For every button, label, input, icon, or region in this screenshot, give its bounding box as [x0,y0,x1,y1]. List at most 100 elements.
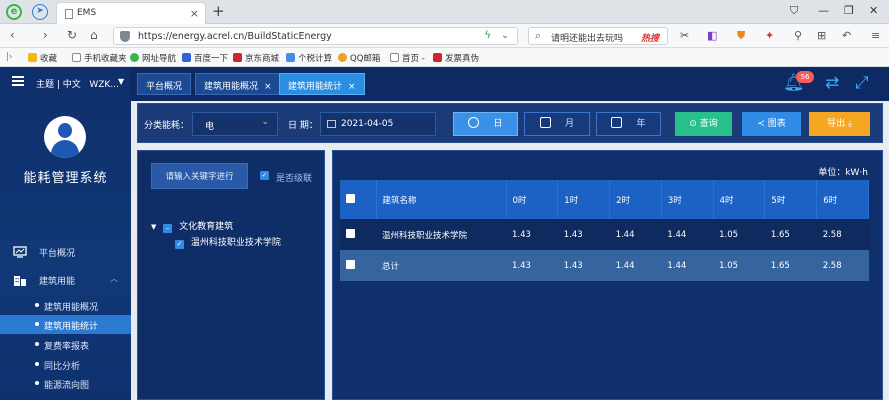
tab-platform-overview[interactable]: 平台概况 [137,73,192,95]
cascade-label: 是否级联 [276,174,313,184]
bookmark-item[interactable]: 首页 - [390,52,425,64]
bookmark-item[interactable]: 收藏 [28,52,57,64]
row-select-cell[interactable] [340,250,376,281]
refresh-icon[interactable]: ↻ [67,28,77,42]
table-cell: 1.44 [609,250,662,281]
sidebar-item-platform-overview[interactable]: 平台概况 [0,242,131,262]
user-head-icon [58,123,72,138]
shield-extension-icon[interactable]: ⛊ [737,29,745,43]
forward-icon[interactable]: › [43,28,48,42]
refresh-arrows-icon[interactable]: ⇄ [825,73,839,93]
table-panel: 单位：kW·h 建筑名称 0时 1时 2时 3时 4时 5时 6时 温州科技职业… [332,150,883,400]
query-button[interactable]: ⊙ 查询 [675,112,732,136]
sidebar-item-building-energy[interactable]: 建筑用能 ︿ [0,270,131,290]
home-icon[interactable]: ⌂ [90,28,98,42]
hamburger-icon[interactable] [12,76,24,86]
tab-building-overview[interactable]: 建筑用能概况 × [195,73,281,95]
tree-panel: 请输入关键字进行 ✓ 是否级联 ▼ – 文化教育建筑 ✓ 温州科技职业技术学院 [137,150,325,400]
table-header-row: 建筑名称 0时 1时 2时 3时 4时 5时 6时 [340,180,869,219]
close-window-icon[interactable]: ✕ [869,4,878,17]
tree-checkbox[interactable]: ✓ [175,240,184,249]
address-bar: ‹ › ↻ ⌂ https://energy.acrel.cn/BuildSta… [0,24,889,48]
chart-button[interactable]: ≺ 图表 [742,112,801,136]
fullscreen-icon[interactable]: ⤢ [855,73,869,93]
sidebar: 主题 | 中文 WZK... ▼ 能耗管理系统 平台概况 建筑用能 ︿ 建筑用能… [0,67,131,400]
table-cell: 1.05 [713,219,765,250]
avatar[interactable] [44,116,86,158]
table-row[interactable]: 总计 1.43 1.43 1.44 1.44 1.05 1.65 2.58 [340,250,869,281]
theme-language-switch[interactable]: 主题 | 中文 WZK... [36,77,119,90]
month-button[interactable]: 月 [524,112,590,136]
category-label: 分类能耗： [144,121,190,131]
bookmark-item[interactable]: 百度一下 [182,52,228,64]
menu-icon[interactable]: ≡ [871,29,880,42]
close-icon[interactable]: × [264,82,272,92]
browser-tab[interactable]: EMS × [56,2,206,24]
tree-checkbox[interactable]: – [163,224,173,233]
extension-icon[interactable]: ◧ [707,29,717,42]
undo-icon[interactable]: ↶ [842,29,851,42]
tab-building-statistics[interactable]: 建筑用能统计 × [279,73,365,95]
year-button[interactable]: 年 [596,112,661,136]
new-tab-button[interactable]: + [212,2,225,20]
bullet-icon [35,342,39,346]
cascade-checkbox[interactable]: ✓ [260,171,269,180]
keyword-search-input[interactable]: 请输入关键字进行 [151,163,248,189]
bookmark-item[interactable]: QQ邮箱 [338,52,380,64]
bookmark-item[interactable]: 网址导航 [130,52,176,64]
tree-expand-icon[interactable]: ▼ [151,223,156,231]
sidebar-subitem-building-overview[interactable]: 建筑用能概况 [0,296,131,315]
category-select[interactable]: 电 ⌄ [192,112,278,136]
bullet-icon [35,303,39,307]
select-all-checkbox[interactable] [346,194,355,203]
table-row[interactable]: 温州科技职业技术学院 1.43 1.43 1.44 1.44 1.05 1.65… [340,219,869,250]
bookmark-item[interactable]: 手机收藏夹 [72,52,127,64]
bookmark-item[interactable]: 个税计算 [286,52,332,64]
bookmark-item[interactable]: 京东商城 [233,52,279,64]
magnifier-icon[interactable]: ⚲ [794,29,802,42]
row-select-cell[interactable] [340,219,376,250]
table-cell: 1.43 [557,250,610,281]
chevron-down-icon[interactable]: ⌄ [501,30,509,41]
sidebar-subitem-yoy-analysis[interactable]: 同比分析 [0,355,131,374]
row-checkbox[interactable] [346,229,355,238]
day-button[interactable]: 日 [453,112,518,136]
bookmark-item[interactable]: 发票真伪 [433,52,479,64]
search-input[interactable]: ⌕ 请明还能出去玩吗 热搜 [528,27,668,45]
tree-node-root[interactable]: ▼ – 文化教育建筑 [151,219,233,233]
column-header: 1时 [557,180,611,219]
bullet-icon [35,381,39,385]
scissors-icon[interactable]: ✂ [680,29,689,42]
date-picker[interactable]: 2021-04-05 [320,112,436,136]
export-button[interactable]: 导出 ⤓ [809,112,870,136]
compass-icon[interactable]: ➤ [32,4,48,20]
building-icon [14,276,26,286]
sidebar-item-label: 平台概况 [39,249,76,259]
monitor-icon [13,246,27,258]
chevron-up-icon: ︿ [110,274,118,283]
sidebar-subitem-building-statistics[interactable]: 建筑用能统计 [0,315,131,334]
shirt-icon[interactable]: ⛉ [790,4,798,18]
caret-down-icon[interactable]: ▼ [118,77,124,86]
url-field[interactable]: https://energy.acrel.cn/BuildStaticEnerg… [113,27,518,45]
minimize-icon[interactable]: — [818,4,829,17]
sidebar-subitem-rate-report[interactable]: 复费率报表 [0,335,131,354]
sidebar-subitem-energy-flow[interactable]: 能源流向图 [0,374,131,393]
close-tab-icon[interactable]: × [190,7,199,20]
back-icon[interactable]: ‹ [10,28,15,42]
table-cell: 温州科技职业技术学院 [376,219,506,250]
restore-icon[interactable]: ❐ [844,4,854,17]
bolt-icon[interactable]: ϟ [484,30,491,41]
select-all-cell[interactable] [340,180,377,219]
search-text: 请明还能出去玩吗 [551,34,624,44]
column-header: 3时 [661,180,714,219]
game-icon[interactable]: ✦ [765,29,774,42]
tree-node-child[interactable]: ✓ 温州科技职业技术学院 [175,235,281,249]
globe-icon [130,53,139,62]
close-icon[interactable]: × [348,82,356,92]
grid-icon[interactable]: ⊞ [817,29,826,42]
browser-logo-icon[interactable]: e [6,4,22,20]
search-icon: ⊙ [689,119,700,129]
bookmark-toggle-icon[interactable]: |› [6,52,12,62]
row-checkbox[interactable] [346,260,355,269]
